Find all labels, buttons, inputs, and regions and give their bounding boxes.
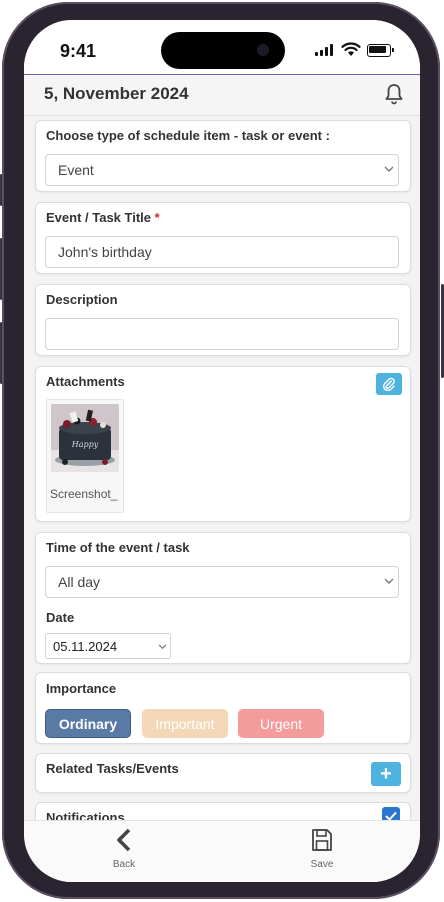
- date-label: Date: [46, 610, 75, 625]
- phone-screen: 9:41 5, November 2024 Choose type of sch…: [24, 20, 420, 882]
- time-value: All day: [58, 574, 101, 590]
- plus-icon: +: [380, 762, 392, 785]
- notifications-card: Notifications: [35, 802, 411, 820]
- dynamic-island: [161, 32, 285, 69]
- description-card: Description: [35, 284, 411, 356]
- related-label: Related Tasks/Events: [46, 761, 179, 776]
- time-card: Time of the event / task All day Date 05…: [35, 532, 411, 664]
- description-label: Description: [46, 292, 118, 307]
- form-content[interactable]: Choose type of schedule item - task or e…: [24, 115, 420, 820]
- chevron-down-icon: [384, 166, 394, 172]
- bottom-nav: Back Save: [24, 820, 420, 882]
- floppy-disk-icon: [312, 829, 332, 851]
- title-input[interactable]: John's birthday: [45, 236, 399, 268]
- attachments-label: Attachments: [46, 374, 125, 389]
- checkmark-icon: [385, 811, 397, 820]
- importance-label: Importance: [46, 681, 117, 696]
- notifications-checkbox[interactable]: [382, 807, 400, 820]
- importance-important-button[interactable]: Important: [142, 709, 228, 738]
- back-button[interactable]: Back: [94, 827, 154, 870]
- add-related-button[interactable]: +: [371, 762, 401, 786]
- attachments-card: Attachments Happy Screenshot_: [35, 366, 411, 522]
- schedule-type-value: Event: [58, 162, 94, 178]
- schedule-type-label: Choose type of schedule item - task or e…: [46, 128, 330, 143]
- svg-text:Happy: Happy: [71, 440, 99, 449]
- attachment-filename: Screenshot_: [50, 487, 118, 501]
- save-button[interactable]: Save: [292, 827, 352, 870]
- title-card: Event / Task Title * John's birthday: [35, 202, 411, 274]
- chevron-down-icon: [158, 644, 167, 650]
- chevron-down-icon: [384, 578, 394, 584]
- save-label: Save: [310, 859, 334, 870]
- birthday-cake-thumbnail: Happy: [51, 404, 119, 472]
- description-input[interactable]: [45, 318, 399, 350]
- add-attachment-button[interactable]: [376, 373, 402, 395]
- schedule-type-card: Choose type of schedule item - task or e…: [35, 120, 411, 192]
- battery-icon: [367, 44, 391, 57]
- chevron-left-icon: [117, 828, 131, 852]
- app-header: 5, November 2024: [24, 74, 420, 116]
- date-input[interactable]: 05.11.2024: [45, 633, 171, 659]
- attachment-item[interactable]: Happy Screenshot_: [46, 399, 124, 513]
- cellular-signal-icon: [315, 44, 335, 56]
- importance-urgent-button[interactable]: Urgent: [238, 709, 324, 738]
- date-value: 05.11.2024: [53, 639, 118, 654]
- time-select[interactable]: All day: [45, 566, 399, 598]
- notifications-label: Notifications: [46, 810, 125, 820]
- wifi-icon: [341, 42, 361, 56]
- title-label: Event / Task Title *: [46, 210, 160, 225]
- back-label: Back: [112, 859, 136, 870]
- time-label: Time of the event / task: [46, 540, 190, 555]
- paperclip-icon: [383, 377, 395, 391]
- page-title: 5, November 2024: [44, 84, 189, 103]
- status-time: 9:41: [60, 41, 97, 61]
- related-card: Related Tasks/Events +: [35, 753, 411, 793]
- importance-card: Importance Ordinary Important Urgent: [35, 672, 411, 744]
- importance-ordinary-button[interactable]: Ordinary: [45, 709, 131, 738]
- bell-icon[interactable]: [382, 82, 406, 106]
- required-mark: *: [154, 210, 160, 225]
- schedule-type-select[interactable]: Event: [45, 154, 399, 186]
- status-bar: 9:41: [24, 20, 420, 74]
